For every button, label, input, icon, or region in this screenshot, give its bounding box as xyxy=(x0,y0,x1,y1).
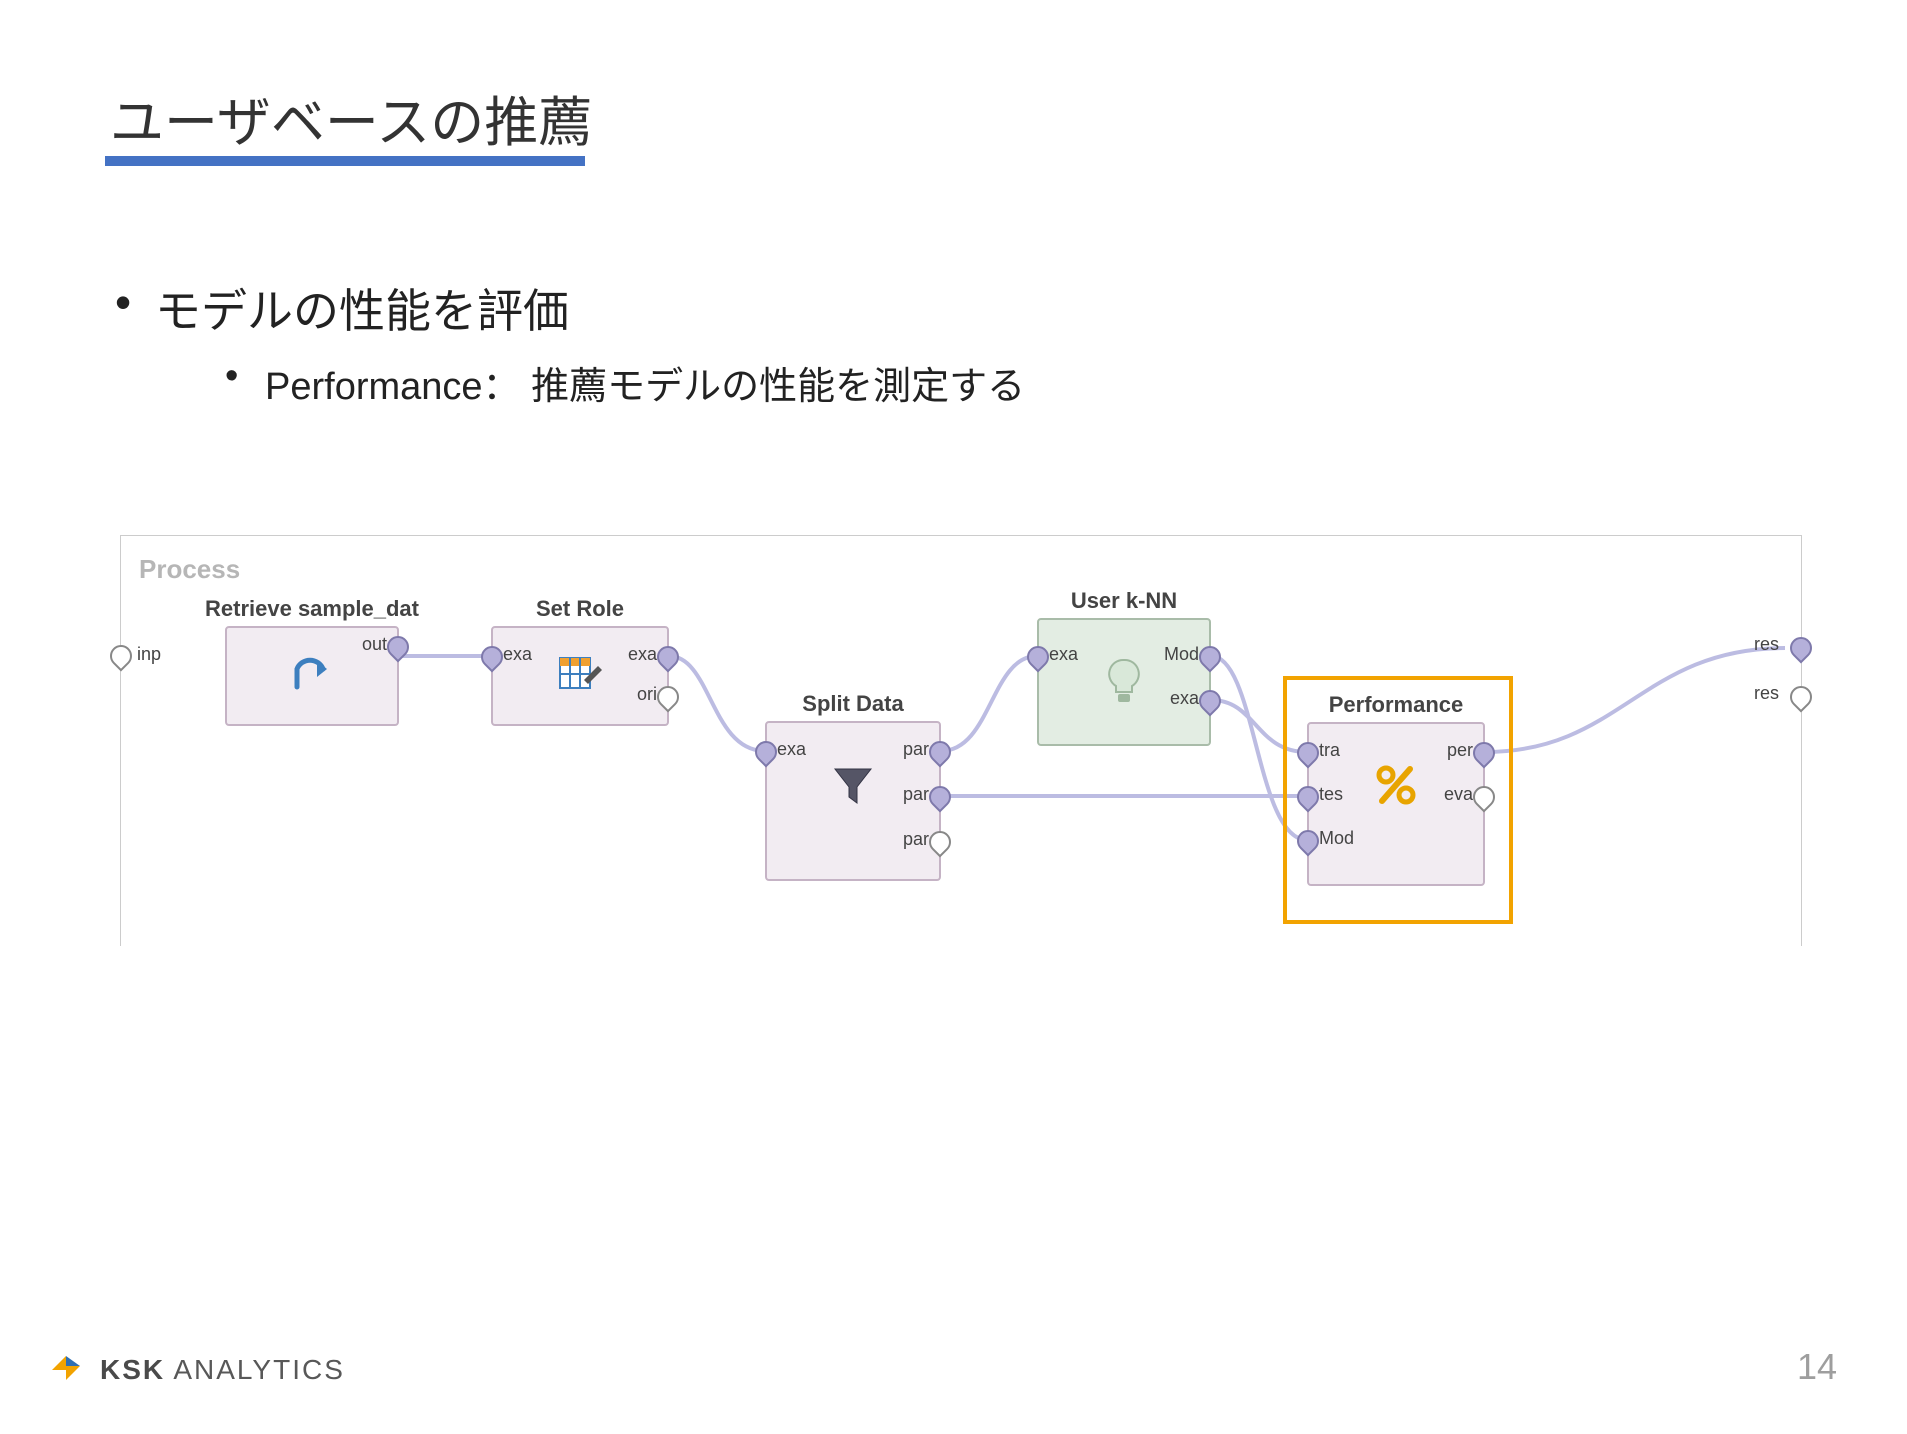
brand-logo: KSK ANALYTICS xyxy=(48,1352,345,1388)
title-underline xyxy=(105,156,585,166)
node-knn-out1-port[interactable] xyxy=(1194,641,1225,672)
node-set-role-out2-port[interactable] xyxy=(652,681,683,712)
node-knn-out2-label: exa xyxy=(1170,688,1199,709)
bullet-main: モデルの性能を評価 xyxy=(155,275,569,341)
process-output-port-1[interactable] xyxy=(1785,632,1816,663)
node-set-role-out1-label: exa xyxy=(628,644,657,665)
slide: ユーザベースの推薦 モデルの性能を評価 Performance： 推薦モデルの性… xyxy=(0,0,1907,1434)
node-retrieve-out-label: out xyxy=(362,634,387,655)
node-knn-in-label: exa xyxy=(1049,644,1078,665)
node-set-role-out1-port[interactable] xyxy=(652,641,683,672)
node-perf-in1-label: tra xyxy=(1319,740,1340,761)
page-number: 14 xyxy=(1797,1346,1837,1388)
node-split-in-label: exa xyxy=(777,739,806,760)
table-edit-icon xyxy=(558,654,602,698)
node-performance[interactable]: Performance tra tes Mod per eva xyxy=(1307,722,1485,886)
node-set-role[interactable]: Set Role exa exa ori xyxy=(491,626,669,726)
node-perf-out2-port[interactable] xyxy=(1468,781,1499,812)
process-input-port[interactable] xyxy=(105,640,136,671)
node-split-out1-port[interactable] xyxy=(924,736,955,767)
process-input-label: inp xyxy=(137,644,161,665)
node-split-out2-port[interactable] xyxy=(924,781,955,812)
retrieve-icon xyxy=(289,653,335,699)
node-split-out3-port[interactable] xyxy=(924,826,955,857)
node-set-role-in-label: exa xyxy=(503,644,532,665)
node-set-role-title: Set Role xyxy=(536,596,624,622)
node-split-out1-label: par xyxy=(903,739,929,760)
percent-icon xyxy=(1374,763,1418,807)
node-user-knn-title: User k-NN xyxy=(1071,588,1177,614)
node-retrieve[interactable]: Retrieve sample_dat out xyxy=(225,626,399,726)
node-retrieve-out-port[interactable] xyxy=(382,631,413,662)
node-split-out3-label: par xyxy=(903,829,929,850)
node-perf-in3-label: Mod xyxy=(1319,828,1354,849)
node-performance-title: Performance xyxy=(1329,692,1464,718)
page-title: ユーザベースの推薦 xyxy=(110,78,592,157)
node-knn-out1-label: Mod xyxy=(1164,644,1199,665)
brand-text: KSK ANALYTICS xyxy=(100,1354,345,1386)
node-perf-out1-label: per xyxy=(1447,740,1473,761)
node-split-out2-label: par xyxy=(903,784,929,805)
process-title: Process xyxy=(139,554,240,585)
lightbulb-icon xyxy=(1104,658,1144,706)
process-panel[interactable]: Process inp res res Ret xyxy=(120,535,1802,946)
node-perf-out2-label: eva xyxy=(1444,784,1473,805)
node-perf-out1-port[interactable] xyxy=(1468,737,1499,768)
process-output-label-2: res xyxy=(1754,683,1779,704)
brand-mark-icon xyxy=(48,1352,84,1388)
process-output-label-1: res xyxy=(1754,634,1779,655)
node-split-data[interactable]: Split Data exa par par par xyxy=(765,721,941,881)
node-set-role-out2-label: ori xyxy=(637,684,657,705)
node-knn-out2-port[interactable] xyxy=(1194,685,1225,716)
bullet-sub: Performance： 推薦モデルの性能を測定する xyxy=(265,355,1025,410)
process-output-port-2[interactable] xyxy=(1785,681,1816,712)
node-user-knn[interactable]: User k-NN exa Mod exa xyxy=(1037,618,1211,746)
node-split-data-title: Split Data xyxy=(802,691,903,717)
node-perf-in2-label: tes xyxy=(1319,784,1343,805)
node-retrieve-title: Retrieve sample_dat xyxy=(205,596,419,622)
funnel-icon xyxy=(831,763,875,807)
